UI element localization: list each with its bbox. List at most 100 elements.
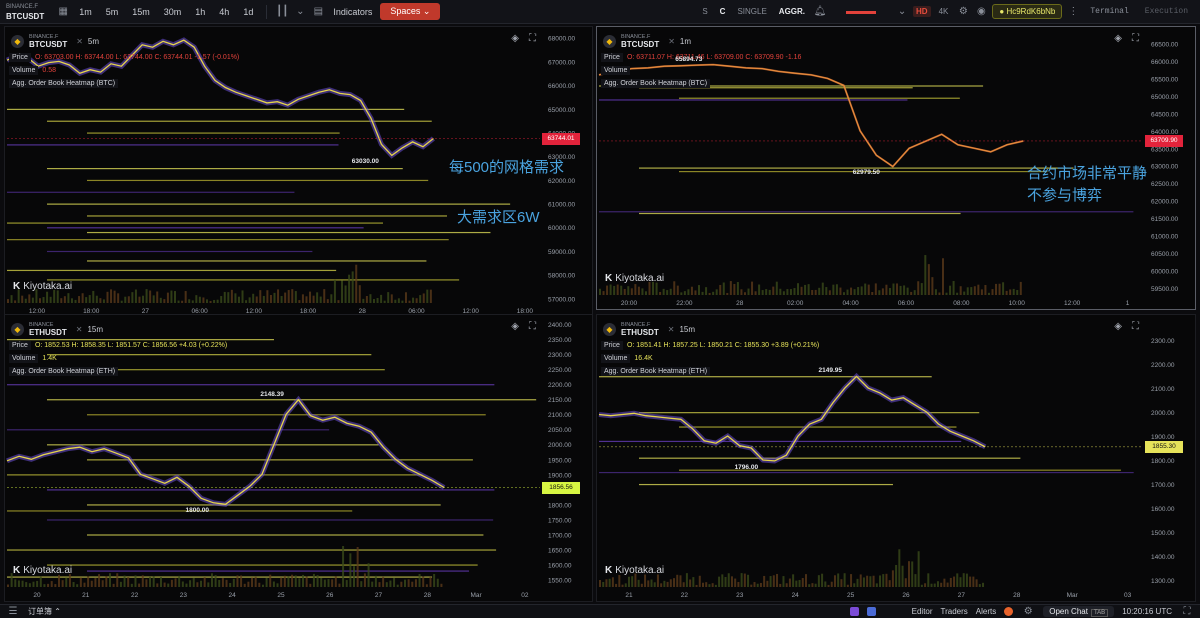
price-series-glow [598,372,987,464]
volume-bar [131,292,134,303]
volume-bar [969,576,972,587]
x-axis[interactable]: 20:00 22:00 28 02:00 04:00 06:00 08:00 10:00 12:… [621,300,1130,307]
timeframe-15m[interactable]: 15m [127,5,155,19]
chart-panel-eth-15m-futures[interactable]: 2300.00 2200.00 2100.00 2000.00 1900.00 1800.… [596,314,1196,602]
volume-bar [878,290,881,295]
volume-bar [127,296,130,303]
account-button[interactable]: ● Hc9RdK6bNb [992,4,1063,19]
volume-bar [740,573,743,587]
expand-icon[interactable]: ⛶ [1132,321,1139,332]
sliders-icon[interactable]: ▬▬▬ [831,5,891,19]
layers-icon[interactable]: ◈ [511,33,519,44]
candle-type-icon[interactable]: ┃┃ [275,5,289,19]
bell-icon[interactable]: 🔔︎ [813,5,827,19]
timeframe-30m[interactable]: 30m [159,5,187,19]
volume-bar [750,584,753,587]
volume-bar [825,287,828,295]
timeframe-1d[interactable]: 1d [238,5,258,19]
x-axis[interactable]: 20 21 22 23 24 25 26 27 28 Mar 02 [33,592,529,599]
volume-bar [949,577,952,587]
orders-tab[interactable]: 订单簿 ⌃ [28,606,61,617]
terminal-tab[interactable]: Terminal [1084,7,1134,16]
volume-bar [159,297,162,303]
chevron-down-icon[interactable]: ⌄ [895,5,909,19]
4k-toggle[interactable]: 4K [935,5,953,18]
volume-bar [320,577,323,587]
app-icon-blue[interactable] [866,607,876,616]
chart-canvas[interactable]: 2400.00 2350.00 2300.00 2250.00 2200.00 2150.… [5,315,592,601]
indicators-button[interactable]: Indicators [329,5,376,19]
chart-panel-btc-1m[interactable]: 66500.00 66000.00 65500.00 65000.00 64500.00… [596,26,1196,310]
y-axis[interactable]: 66500.00 66000.00 65500.00 65000.00 64500.00… [1151,41,1178,293]
c-toggle[interactable]: C [716,5,730,18]
orders-icon[interactable]: ☰ [6,605,20,618]
chart-panel-btc-5m[interactable]: 68000.0067000.0066000.0065000.0064000.00… [4,26,593,318]
heatmap-level-line [7,239,449,241]
layers-icon[interactable]: ◈ [511,321,519,332]
more-icon[interactable]: ⋮ [1066,5,1080,19]
camera-icon[interactable]: ◉ [974,5,988,19]
volume-bar [234,293,237,303]
volume-bar [32,581,35,587]
volume-bar [917,281,920,295]
execution-tab[interactable]: Execution [1139,7,1194,16]
volume-bar [869,576,872,587]
s-toggle[interactable]: S [698,5,711,18]
y-axis[interactable]: 2400.00 2350.00 2300.00 2250.00 2200.00 2150.… [548,322,572,584]
kiyotaka-logo-icon: K [13,281,21,292]
volume-bar [862,577,865,587]
fullscreen-icon[interactable]: ⛶ [1180,605,1194,618]
close-icon[interactable]: ✕ [668,325,675,334]
volume-bar [602,291,605,295]
expand-icon[interactable]: ⛶ [529,33,536,44]
settings-icon[interactable]: ⚙ [956,5,970,19]
hd-toggle[interactable]: HD [913,6,931,17]
volume-bar [895,564,898,587]
volume-bar [956,573,959,587]
volume-bar [50,581,53,587]
timeframe-5m[interactable]: 5m [101,5,124,19]
chart-canvas[interactable]: 2300.002200.002100.002000.001900.001800.… [597,315,1195,601]
x-axis[interactable]: 21 22 23 24 25 26 27 28 Mar 03 [625,592,1131,599]
chevron-down-icon[interactable]: ⌄ [293,5,307,19]
legend-price-label: Price [601,341,623,350]
volume-bar [110,289,113,303]
symbol-block[interactable]: BINANCE.F BTCUSDT [29,33,67,49]
volume-bar [879,575,882,587]
expand-icon[interactable]: ⛶ [1132,33,1139,44]
timeframe-4h[interactable]: 4h [214,5,234,19]
volume-bar [705,582,708,587]
chart-panel-eth-15m-spot[interactable]: 2400.00 2350.00 2300.00 2250.00 2200.00 2150.… [4,314,593,602]
timeframe-1h[interactable]: 1h [190,5,210,19]
layers-icon[interactable]: ◈ [1114,321,1122,332]
y-axis[interactable]: 2300.002200.002100.002000.001900.001800.… [1151,338,1175,585]
volume-bar [323,289,326,303]
symbol-block[interactable]: BINANCE.F ETHUSDT [621,321,659,337]
symbol-selector[interactable]: BINANCE.F BTCUSDT [6,3,44,21]
expand-icon[interactable]: ⛶ [529,321,536,332]
volume-bar [95,295,98,303]
grid-icon[interactable]: ▦ [56,5,70,19]
editor-tab[interactable]: Editor [912,607,933,616]
close-icon[interactable]: ✕ [668,37,675,46]
open-chat-button[interactable]: Open Chat TAB [1043,606,1115,617]
heatmap-level-line [7,474,423,476]
app-icon-purple[interactable] [849,607,859,616]
spaces-button[interactable]: Spaces ⌄ [380,3,441,20]
volume-bar [342,546,345,587]
layers-icon[interactable]: ◈ [1114,33,1122,44]
symbol-block[interactable]: BINANCE.F BTCUSDT [621,33,659,49]
volume-bar [609,284,612,295]
indicators-icon[interactable]: ▤ [311,5,325,19]
traders-tab[interactable]: Traders [941,607,968,616]
aggr-toggle[interactable]: AGGR. [775,5,809,18]
gear-icon[interactable]: ⚙ [1021,605,1035,618]
close-icon[interactable]: ✕ [76,37,83,46]
volume-bar [429,576,432,587]
alerts-tab[interactable]: Alerts [976,607,996,616]
timeframe-1m[interactable]: 1m [74,5,97,19]
symbol-block[interactable]: BINANCE ETHUSDT [29,321,67,337]
close-icon[interactable]: ✕ [76,325,83,334]
single-toggle[interactable]: SINGLE [733,5,770,18]
heatmap-level-line [7,191,295,193]
